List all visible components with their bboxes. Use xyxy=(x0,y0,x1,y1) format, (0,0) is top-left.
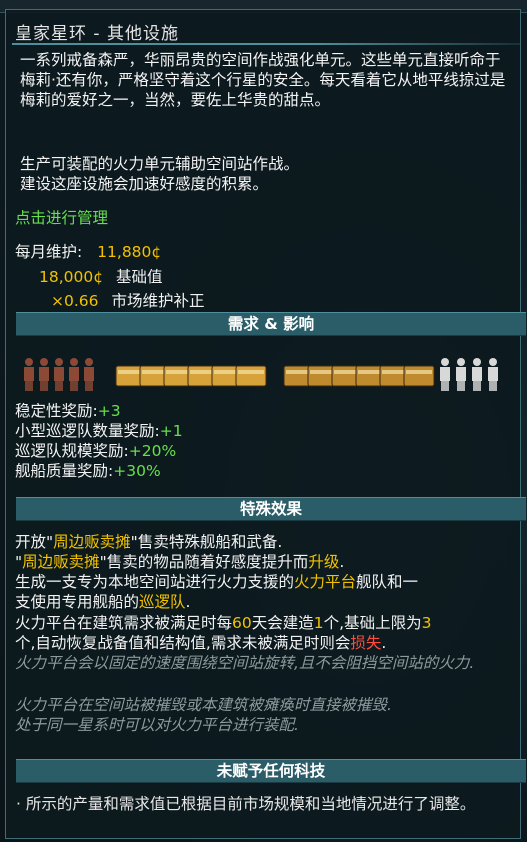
upkeep-multiplier: ×0.66 xyxy=(51,292,99,310)
special-line-3: 生成一支专为本地空间站进行火力支援的火力平台舰队和一 xyxy=(15,572,418,592)
crew-icon xyxy=(456,358,466,391)
upkeep-value: 11,880¢ xyxy=(97,243,162,261)
bonus-patrol-size: 巡逻队规模奖励:+20% xyxy=(15,441,176,461)
vendor-link[interactable]: 周边贩卖摊 xyxy=(53,533,131,551)
marines-icon xyxy=(39,358,49,391)
crew-icon xyxy=(488,358,498,391)
construction-text: 建设这座设施会加速好感度的积累。 xyxy=(20,175,269,193)
crew-icon xyxy=(472,358,482,391)
demand-icons xyxy=(22,356,522,396)
text: 天会建造 xyxy=(251,614,314,632)
marines-icon xyxy=(69,358,79,391)
tooltip-title: 皇家星环 - 其他设施 xyxy=(15,24,179,44)
marines-icon xyxy=(84,358,94,391)
quote: " xyxy=(130,533,138,551)
tech-header: 未赋予任何科技 xyxy=(16,759,526,783)
upkeep-base-line: 18,000¢ 基础值 xyxy=(39,267,163,287)
upkeep-line: 每月维护: 11,880¢ xyxy=(15,242,161,262)
highlight-number: 60 xyxy=(232,614,252,632)
highlight-loss: 损失 xyxy=(350,634,382,652)
bonus-label: 巡逻队规模奖励: xyxy=(15,442,129,460)
bonus-patrol-count: 小型巡逻队数量奖励:+1 xyxy=(15,421,183,441)
bonus-stability: 稳定性奖励:+3 xyxy=(15,401,121,421)
footnote: · 所示的产量和需求值已根据目前市场规模和当地情况进行了调整。 xyxy=(16,795,476,813)
special-line-5: 火力平台在建筑需求被满足时每60天会建造1个,基础上限为3 xyxy=(15,613,431,633)
special-note-1: 火力平台会以固定的速度围绕空间站旋转,且不会阻挡空间站的火力. xyxy=(15,654,475,672)
upkeep-base-label: 基础值 xyxy=(116,268,163,286)
bonus-value: +20% xyxy=(128,442,177,460)
text: 舰队和一 xyxy=(356,573,419,591)
text: 售卖特殊舰船和武备. xyxy=(137,533,283,551)
special-effects-header: 特殊效果 xyxy=(16,497,526,521)
text: 生成一支专为本地空间站进行火力支援的 xyxy=(15,573,295,591)
bonus-label: 小型巡逻队数量奖励: xyxy=(15,422,160,440)
heavy-armaments-icon xyxy=(403,365,435,387)
description-text: 一系列戒备森严，华丽昂贵的空间作战强化单元。这些单元直接听命于梅莉·还有你，严格… xyxy=(20,51,506,109)
marines-icon xyxy=(24,358,34,391)
demand-icon-strip xyxy=(24,358,498,391)
special-note-2: 火力平台在空间站被摧毁或本建筑被瘫痪时直接被摧毁. xyxy=(15,696,392,714)
special-line-6: 个,自动恢复战备值和结构值,需求未被满足时则会损失. xyxy=(15,633,386,653)
text: . xyxy=(185,593,191,611)
highlight-number: 3 xyxy=(421,614,432,632)
special-line-4: 支使用专用舰船的巡逻队. xyxy=(15,592,190,612)
text: 开放 xyxy=(15,533,47,551)
special-note-3: 处于同一星系时可以对火力平台进行装配. xyxy=(15,716,299,734)
production-text: 生产可装配的火力单元辅助空间站作战。 xyxy=(20,155,300,173)
manage-link[interactable]: 点击进行管理 xyxy=(15,208,108,228)
text: 个,基础上限为 xyxy=(323,614,422,632)
upkeep-multiplier-line: ×0.66 市场维护补正 xyxy=(51,291,204,311)
bonus-label: 稳定性奖励: xyxy=(15,402,98,420)
crew-icon xyxy=(440,358,450,391)
vendor-link[interactable]: 周边贩卖摊 xyxy=(22,553,100,571)
text: 火力平台在建筑需求被满足时每 xyxy=(15,614,233,632)
text: 售卖的物品随着好感度提升而 xyxy=(106,553,309,571)
demand-impact-header: 需求 & 影响 xyxy=(16,312,526,336)
text: 个,自动恢复战备值和结构值,需求未被满足时则会 xyxy=(15,634,351,652)
bonus-ship-quality: 舰船质量奖励:+30% xyxy=(15,461,161,481)
supplies-icon xyxy=(235,365,267,387)
special-line-2: "周边贩卖摊"售卖的物品随着好感度提升而升级. xyxy=(15,552,344,572)
quote: " xyxy=(99,553,107,571)
bonus-label: 舰船质量奖励: xyxy=(15,462,114,480)
text: . xyxy=(381,634,387,652)
building-tooltip: 皇家星环 - 其他设施 一系列戒备森严，华丽昂贵的空间作战强化单元。这些单元直接… xyxy=(5,9,526,839)
title-divider xyxy=(12,43,520,45)
bonus-value: +1 xyxy=(159,422,183,440)
upkeep-label: 每月维护: xyxy=(15,243,83,261)
special-line-1: 开放"周边贩卖摊"售卖特殊舰船和武备. xyxy=(15,532,282,552)
highlight-upgrade: 升级 xyxy=(308,553,340,571)
marines-icon xyxy=(54,358,64,391)
upkeep-multiplier-label: 市场维护补正 xyxy=(111,292,205,310)
highlight-number: 1 xyxy=(313,614,324,632)
bonus-value: +3 xyxy=(97,402,121,420)
highlight-fire-platform: 火力平台 xyxy=(294,573,357,591)
highlight-patrol: 巡逻队 xyxy=(139,593,186,611)
upkeep-base-value: 18,000¢ xyxy=(39,268,104,286)
bonus-value: +30% xyxy=(113,462,161,480)
text: 支使用专用舰船的 xyxy=(15,593,140,611)
text: . xyxy=(339,553,345,571)
